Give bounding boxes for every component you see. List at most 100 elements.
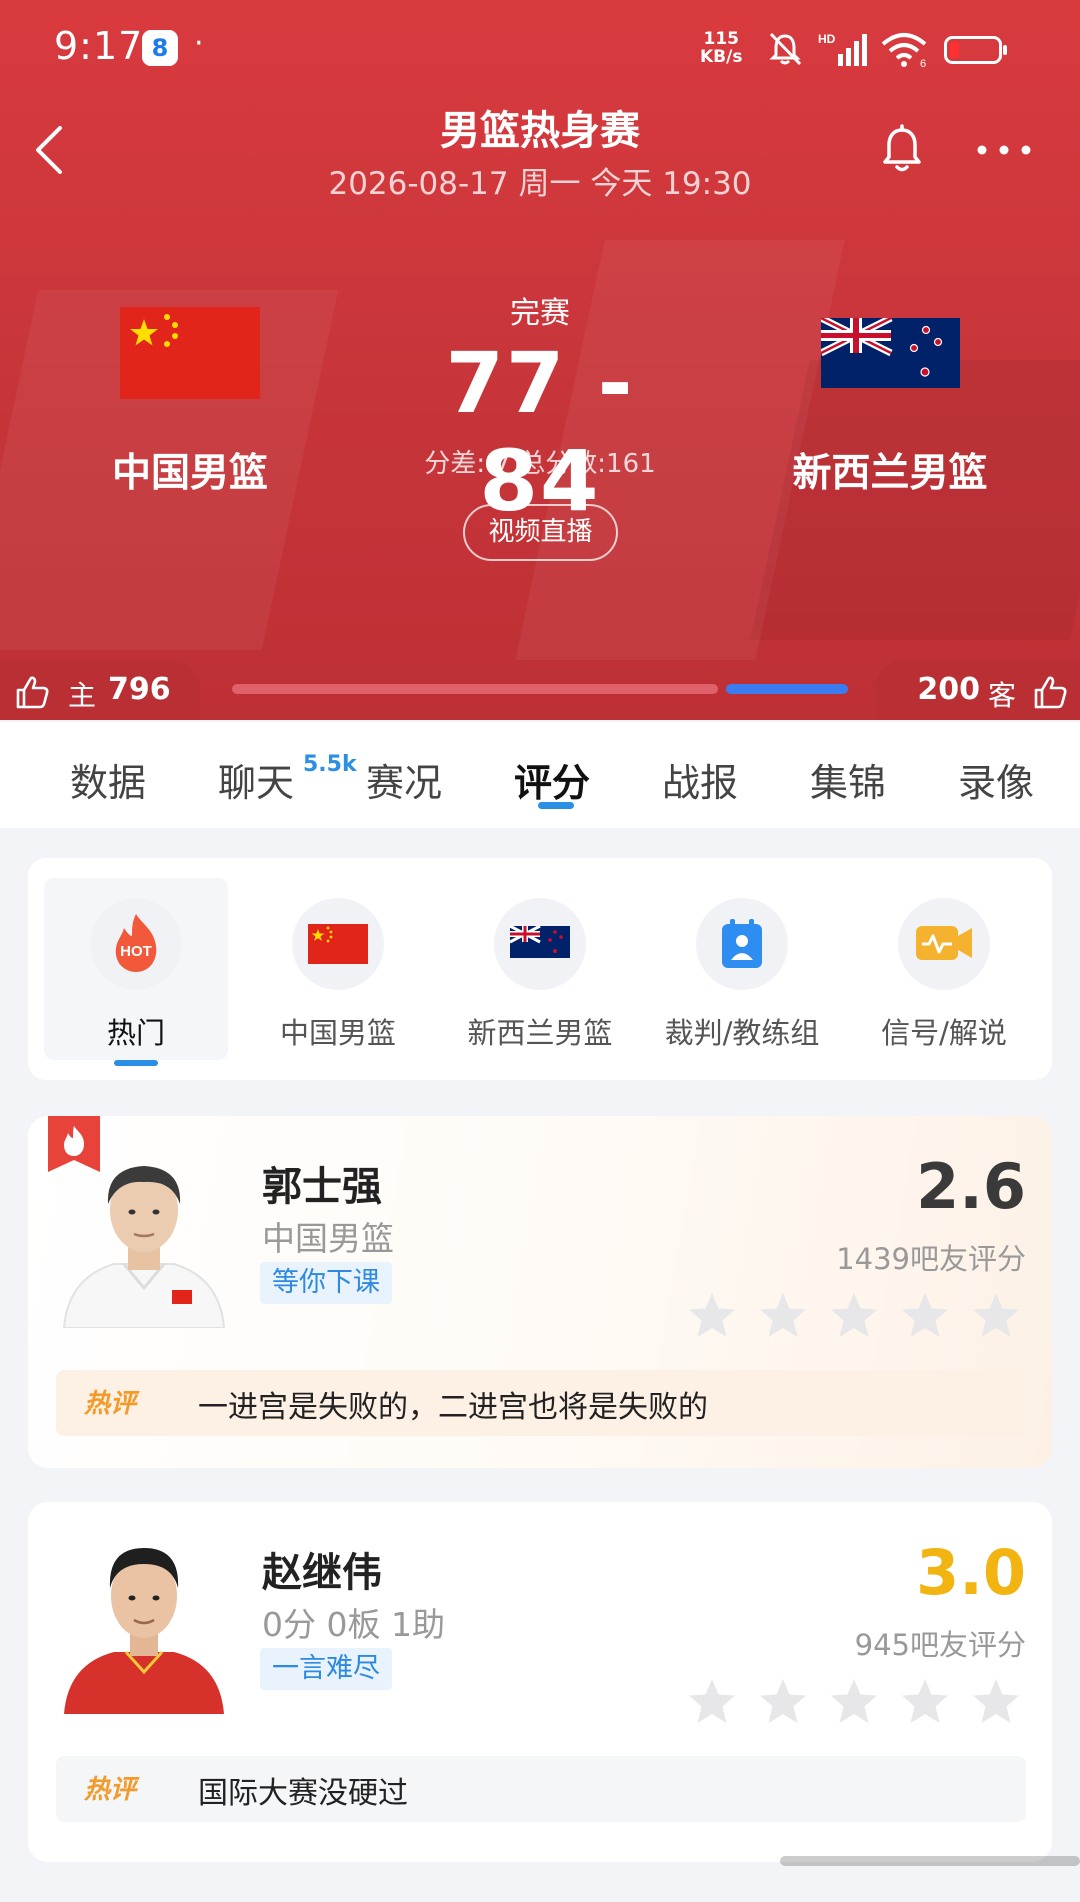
active-tab-indicator	[538, 802, 574, 809]
home-vote-progress	[232, 684, 718, 694]
match-header: 9:17 8 · 115 KB/s HD 6 男篮热身赛 2026-08-17 …	[0, 0, 1080, 720]
wifi-label: 6	[920, 58, 926, 68]
filter-referee-circle	[696, 898, 788, 990]
hot-comment-badge: 热评	[84, 1389, 137, 1419]
match-datetime: 2026-08-17 周一 今天 19:30	[328, 166, 752, 202]
match-status: 完赛	[510, 296, 570, 331]
player-rating-card[interactable]: 郭士强 中国男篮 等你下课 2.6 1439吧友评分 热评 一进宫是失败的，二进…	[28, 1116, 1052, 1468]
filter-china-team[interactable]: 中国男篮	[238, 898, 438, 1052]
thumbs-up-icon	[1034, 676, 1067, 709]
star-icon[interactable]	[970, 1290, 1022, 1342]
player-rating-score: 2.6	[916, 1150, 1026, 1223]
tab-report[interactable]: 战报	[662, 752, 738, 807]
star-icon[interactable]	[686, 1676, 738, 1728]
filter-hot-circle: HOT	[90, 898, 182, 990]
network-speed-unit: KB/s	[700, 47, 743, 67]
home-vote-button[interactable]: 主 796	[0, 660, 200, 720]
match-score: 77 - 84	[445, 334, 635, 530]
star-icon[interactable]	[828, 1676, 880, 1728]
rating-category-filter: HOT 热门 中国男篮 新西兰男篮 裁判/教练组 信号/解说	[28, 858, 1052, 1080]
tab-data[interactable]: 数据	[70, 752, 146, 807]
player-avatar[interactable]	[54, 1138, 234, 1328]
player-hot-tag: 等你下课	[260, 1262, 392, 1304]
filter-broadcast-label: 信号/解说	[881, 1016, 1007, 1050]
tab-highlights[interactable]: 集锦	[810, 752, 886, 807]
player-rating-score: 3.0	[916, 1536, 1026, 1609]
hot-icon-text: HOT	[120, 943, 152, 960]
filter-broadcast[interactable]: 信号/解说	[844, 898, 1044, 1052]
more-icon[interactable]	[976, 140, 1032, 160]
filter-nz-label: 新西兰男篮	[467, 1016, 613, 1050]
network-speed: 115 KB/s	[700, 30, 742, 66]
filter-china-label: 中国男篮	[279, 1016, 396, 1050]
hot-comment[interactable]: 热评 国际大赛没硬过	[56, 1756, 1026, 1822]
referee-badge-icon	[722, 919, 762, 968]
home-vote-label: 主	[68, 679, 97, 712]
player-name: 赵继伟	[262, 1550, 382, 1596]
player-rating-count: 945吧友评分	[854, 1628, 1026, 1662]
hot-comment-text: 一进宫是失败的，二进宫也将是失败的	[198, 1390, 708, 1425]
home-vote-count: 796	[108, 672, 171, 707]
battery-icon	[944, 36, 1007, 64]
player-rating-card[interactable]: 赵继伟 0分 0板 1助 一言难尽 3.0 945吧友评分 热评 国际大赛没硬过	[28, 1502, 1052, 1862]
rating-stars[interactable]	[686, 1290, 1026, 1344]
hot-comment-badge: 热评	[84, 1775, 137, 1805]
support-vote-bar: 主 796 200 客	[0, 660, 1080, 720]
header-decoration	[750, 360, 1080, 640]
star-icon[interactable]	[899, 1676, 951, 1728]
tab-live[interactable]: 赛况	[366, 752, 442, 807]
mute-icon	[769, 32, 802, 66]
player-stats: 0分 0板 1助	[262, 1605, 445, 1644]
filter-referee-label: 裁判/教练组	[664, 1016, 820, 1050]
tab-rating[interactable]: 评分	[514, 752, 590, 807]
back-icon[interactable]	[30, 122, 70, 178]
star-icon[interactable]	[686, 1290, 738, 1342]
star-icon[interactable]	[757, 1290, 809, 1342]
score-meta: 分差:-7 总分数:161	[424, 449, 656, 479]
app-notification-icon: 8	[142, 30, 178, 66]
player-team: 中国男篮	[262, 1219, 394, 1258]
player-hot-tag: 一言难尽	[260, 1648, 392, 1690]
player-avatar[interactable]	[54, 1524, 234, 1714]
new-zealand-flag-icon	[510, 926, 570, 958]
star-icon[interactable]	[828, 1290, 880, 1342]
tab-chat[interactable]: 聊天	[218, 752, 294, 807]
filter-hot[interactable]: HOT 热门	[36, 898, 236, 1052]
away-vote-count: 200	[917, 672, 980, 707]
network-speed-value: 115	[703, 29, 739, 49]
away-vote-label: 客	[987, 679, 1016, 712]
notification-dot: ·	[194, 26, 204, 61]
china-flag-icon[interactable]	[120, 307, 260, 399]
svg-text:HD: HD	[818, 32, 836, 46]
rating-stars[interactable]	[686, 1676, 1026, 1730]
tab-replay[interactable]: 录像	[958, 752, 1034, 807]
chat-count-badge: 5.5k	[303, 752, 357, 777]
away-vote-progress	[726, 684, 848, 694]
thumbs-up-icon	[16, 676, 49, 709]
filter-hot-label: 热门	[106, 1016, 165, 1050]
filter-broadcast-circle	[898, 898, 990, 990]
filter-new-zealand-team[interactable]: 新西兰男篮	[440, 898, 640, 1052]
hot-comment[interactable]: 热评 一进宫是失败的，二进宫也将是失败的	[56, 1370, 1026, 1436]
player-name: 郭士强	[262, 1164, 382, 1210]
player-rating-count: 1439吧友评分	[836, 1242, 1026, 1276]
home-indicator[interactable]	[780, 1856, 1080, 1866]
china-flag-icon	[308, 924, 368, 964]
hot-comment-text: 国际大赛没硬过	[198, 1776, 408, 1811]
wifi-icon: 6	[881, 33, 927, 68]
filter-china-circle	[292, 898, 384, 990]
bell-icon[interactable]	[880, 124, 924, 174]
video-live-button[interactable]: 视频直播	[463, 504, 618, 561]
away-vote-button[interactable]: 200 客	[875, 660, 1080, 720]
away-team-name[interactable]: 新西兰男篮	[770, 442, 1010, 498]
star-icon[interactable]	[899, 1290, 951, 1342]
video-signal-icon	[916, 926, 972, 960]
new-zealand-flag-icon[interactable]	[821, 318, 960, 388]
page-title: 男篮热身赛	[440, 108, 640, 154]
home-team-name[interactable]: 中国男篮	[90, 442, 290, 498]
star-icon[interactable]	[970, 1676, 1022, 1728]
signal-icon: HD	[818, 32, 867, 66]
star-icon[interactable]	[757, 1676, 809, 1728]
filter-referee-coach[interactable]: 裁判/教练组	[642, 898, 842, 1052]
content-tabs: 数据 聊天 5.5k 赛况 评分 战报 集锦 录像	[0, 722, 1080, 828]
